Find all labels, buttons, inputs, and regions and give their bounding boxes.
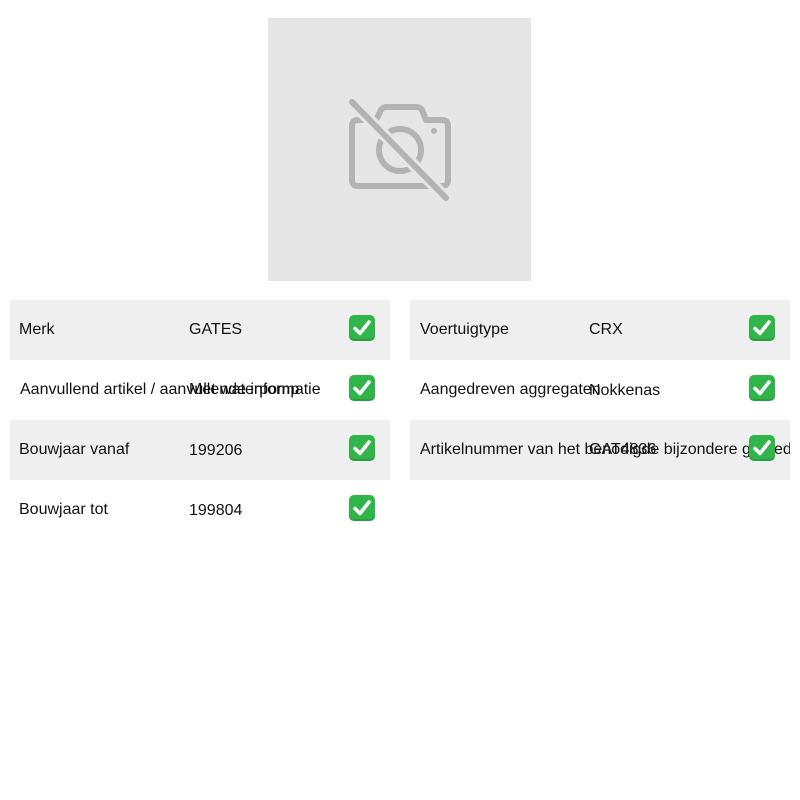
check-mark-icon bbox=[349, 375, 375, 401]
specs-column-right: Voertuigtype CRX Aangedreven aggregaten … bbox=[410, 300, 790, 480]
specs-column-left: Merk GATES Aanvullend artikel / aanvulle… bbox=[10, 300, 390, 540]
check-mark-icon bbox=[749, 375, 775, 401]
spec-row-merk: Merk GATES bbox=[10, 300, 390, 360]
check-mark-icon bbox=[349, 495, 375, 521]
spec-row-bouwjaar-vanaf: Bouwjaar vanaf 199206 bbox=[10, 420, 390, 480]
spec-value: Met waterpomp bbox=[189, 381, 300, 398]
spec-row-aangedreven-aggregaten: Aangedreven aggregaten Nokkenas bbox=[410, 360, 790, 420]
spec-label: Bouwjaar vanaf bbox=[19, 441, 130, 458]
spec-label: Voertuigtype bbox=[420, 321, 509, 338]
spec-value: 199804 bbox=[189, 502, 243, 519]
check-mark-icon bbox=[749, 435, 775, 461]
spec-row-bouwjaar-tot: Bouwjaar tot 199804 bbox=[10, 480, 390, 540]
camera-off-icon bbox=[349, 99, 451, 201]
spec-label: Bouwjaar tot bbox=[19, 501, 108, 518]
spec-row-artikelnummer-gereedschap: Artikelnummer van het benodigde bijzonde… bbox=[410, 420, 790, 480]
spec-value: CRX bbox=[589, 321, 623, 338]
spec-label: Merk bbox=[19, 321, 55, 338]
spec-value: Nokkenas bbox=[589, 382, 661, 399]
spec-row-aanvullend: Aanvullend artikel / aanvullende informa… bbox=[10, 360, 390, 420]
product-image-placeholder bbox=[268, 18, 531, 281]
spec-value: 199206 bbox=[189, 442, 243, 459]
spec-row-voertuigtype: Voertuigtype CRX bbox=[410, 300, 790, 360]
check-mark-icon bbox=[749, 315, 775, 341]
spec-value: GATES bbox=[189, 321, 243, 338]
spec-value: GAT4836 bbox=[589, 441, 657, 458]
check-mark-icon bbox=[349, 315, 375, 341]
check-mark-icon bbox=[349, 435, 375, 461]
product-detail-page: Merk GATES Aanvullend artikel / aanvulle… bbox=[0, 0, 800, 800]
spec-label: Aangedreven aggregaten bbox=[420, 381, 601, 398]
